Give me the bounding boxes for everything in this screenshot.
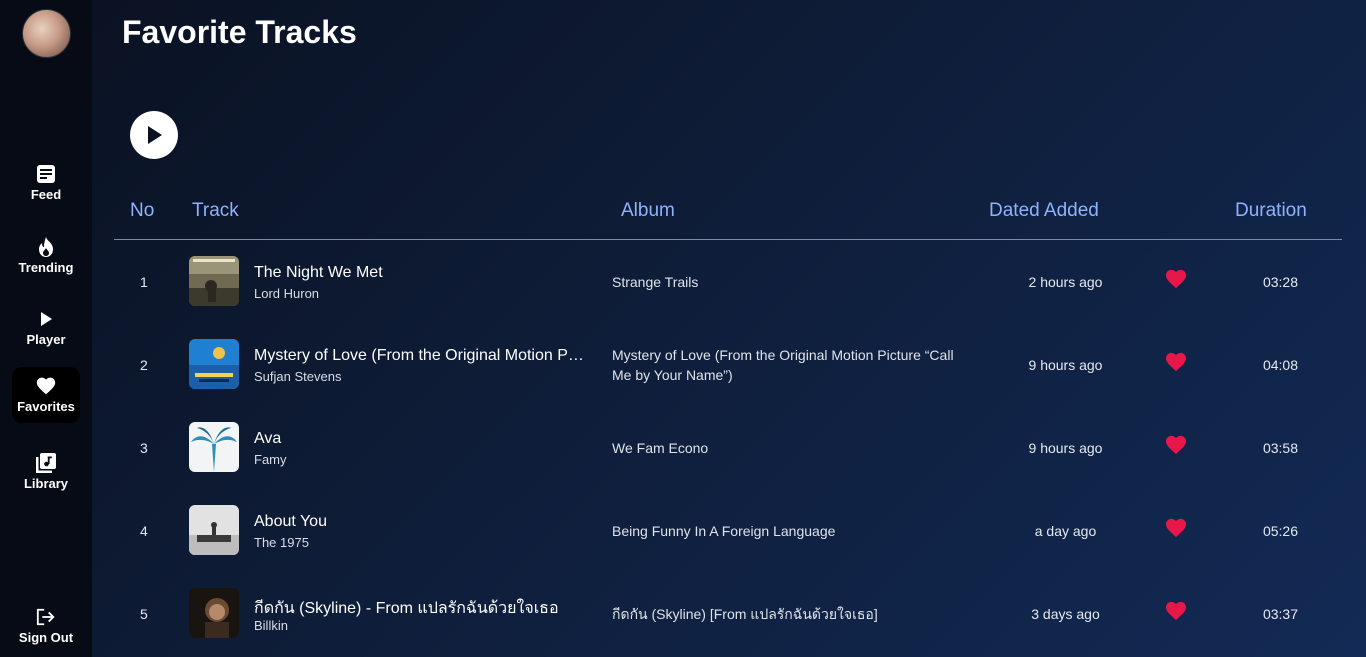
track-duration: 04:08 bbox=[1262, 356, 1299, 373]
table-row[interactable]: 2 Mystery of Love (From the Original Mot… bbox=[114, 323, 1342, 406]
album-cover bbox=[189, 505, 239, 555]
page-title: Favorite Tracks bbox=[122, 14, 357, 50]
table-row[interactable]: 4 About You The 1975 Being Funny In A Fo… bbox=[114, 489, 1342, 572]
sidebar-item-label: Player bbox=[26, 332, 66, 347]
track-duration: 03:58 bbox=[1262, 439, 1299, 456]
album-cover bbox=[189, 339, 239, 389]
feed-icon bbox=[36, 164, 56, 184]
favorite-heart-button[interactable] bbox=[1165, 352, 1189, 374]
sign-out-button[interactable]: Sign Out bbox=[12, 598, 80, 654]
favorite-heart-button[interactable] bbox=[1165, 269, 1189, 291]
track-title[interactable]: Ava bbox=[254, 430, 584, 448]
heart-icon bbox=[1166, 518, 1186, 538]
sidebar-item-label: Feed bbox=[30, 187, 62, 202]
album-cover bbox=[189, 256, 239, 306]
flame-icon bbox=[36, 237, 56, 257]
sidebar-item-player[interactable]: Player bbox=[12, 300, 80, 356]
date-added: a day ago bbox=[1034, 522, 1097, 539]
date-added: 9 hours ago bbox=[1028, 356, 1103, 373]
album-cover bbox=[189, 588, 239, 638]
table-row[interactable]: 3 Ava Famy We Fam Econo 9 hours ago 03:5… bbox=[114, 406, 1342, 489]
track-album[interactable]: We Fam Econo bbox=[612, 406, 972, 489]
sidebar-item-label: Favorites bbox=[17, 399, 75, 414]
track-number: 1 bbox=[140, 273, 148, 290]
column-header-duration: Duration bbox=[1235, 200, 1307, 221]
track-artist[interactable]: The 1975 bbox=[254, 535, 584, 550]
play-icon bbox=[36, 309, 56, 329]
sidebar-item-label: Trending bbox=[18, 260, 74, 275]
track-artist[interactable]: Famy bbox=[254, 452, 584, 467]
favorite-heart-button[interactable] bbox=[1165, 518, 1189, 540]
heart-icon bbox=[1166, 435, 1186, 455]
play-icon bbox=[148, 126, 162, 144]
sign-out-label: Sign Out bbox=[18, 630, 74, 645]
play-all-button[interactable] bbox=[130, 111, 178, 159]
column-header-track: Track bbox=[192, 200, 239, 221]
sidebar-item-feed[interactable]: Feed bbox=[12, 155, 80, 211]
track-number: 5 bbox=[140, 605, 148, 622]
track-album[interactable]: กีดกัน (Skyline) [From แปลรักฉันด้วยใจเธ… bbox=[612, 572, 972, 655]
favorite-heart-button[interactable] bbox=[1165, 601, 1189, 623]
track-artist[interactable]: Billkin bbox=[254, 618, 584, 633]
favorite-heart-button[interactable] bbox=[1165, 435, 1189, 457]
date-added: 9 hours ago bbox=[1028, 439, 1103, 456]
column-header-album: Album bbox=[621, 200, 675, 221]
sidebar-item-trending[interactable]: Trending bbox=[12, 228, 80, 284]
sidebar-item-library[interactable]: Library bbox=[12, 444, 80, 500]
track-number: 4 bbox=[140, 522, 148, 539]
track-title[interactable]: The Night We Met bbox=[254, 264, 584, 282]
sidebar-item-favorites[interactable]: Favorites bbox=[12, 367, 80, 423]
library-icon bbox=[36, 453, 56, 473]
track-album[interactable]: Strange Trails bbox=[612, 240, 972, 323]
track-duration: 05:26 bbox=[1262, 522, 1299, 539]
track-artist[interactable]: Sufjan Stevens bbox=[254, 369, 584, 384]
table-row[interactable]: 1 The Night We Met Lord Huron Strange Tr… bbox=[114, 240, 1342, 323]
date-added: 2 hours ago bbox=[1028, 273, 1103, 290]
track-album[interactable]: Being Funny In A Foreign Language bbox=[612, 489, 972, 572]
heart-icon bbox=[1166, 601, 1186, 621]
album-cover bbox=[189, 422, 239, 472]
user-avatar[interactable] bbox=[22, 9, 71, 58]
sidebar-item-label: Library bbox=[23, 476, 69, 491]
track-duration: 03:28 bbox=[1262, 273, 1299, 290]
track-duration: 03:37 bbox=[1262, 605, 1299, 622]
column-header-no: No bbox=[130, 200, 155, 221]
heart-icon bbox=[36, 376, 56, 396]
sidebar: Feed Trending Player Favorites Library S… bbox=[0, 0, 92, 657]
date-added: 3 days ago bbox=[1031, 605, 1100, 622]
column-header-date-added: Dated Added bbox=[989, 200, 1099, 221]
track-artist[interactable]: Lord Huron bbox=[254, 286, 584, 301]
track-number: 3 bbox=[140, 439, 148, 456]
heart-icon bbox=[1166, 269, 1186, 289]
track-title[interactable]: About You bbox=[254, 513, 584, 531]
sign-out-icon bbox=[36, 607, 56, 627]
table-row[interactable]: 5 กีดกัน (Skyline) - From แปลรักฉันด้วยใ… bbox=[114, 572, 1342, 655]
track-number: 2 bbox=[140, 356, 148, 373]
track-title[interactable]: Mystery of Love (From the Original Motio… bbox=[254, 347, 584, 365]
track-album[interactable]: Mystery of Love (From the Original Motio… bbox=[612, 323, 972, 406]
heart-icon bbox=[1166, 352, 1186, 372]
